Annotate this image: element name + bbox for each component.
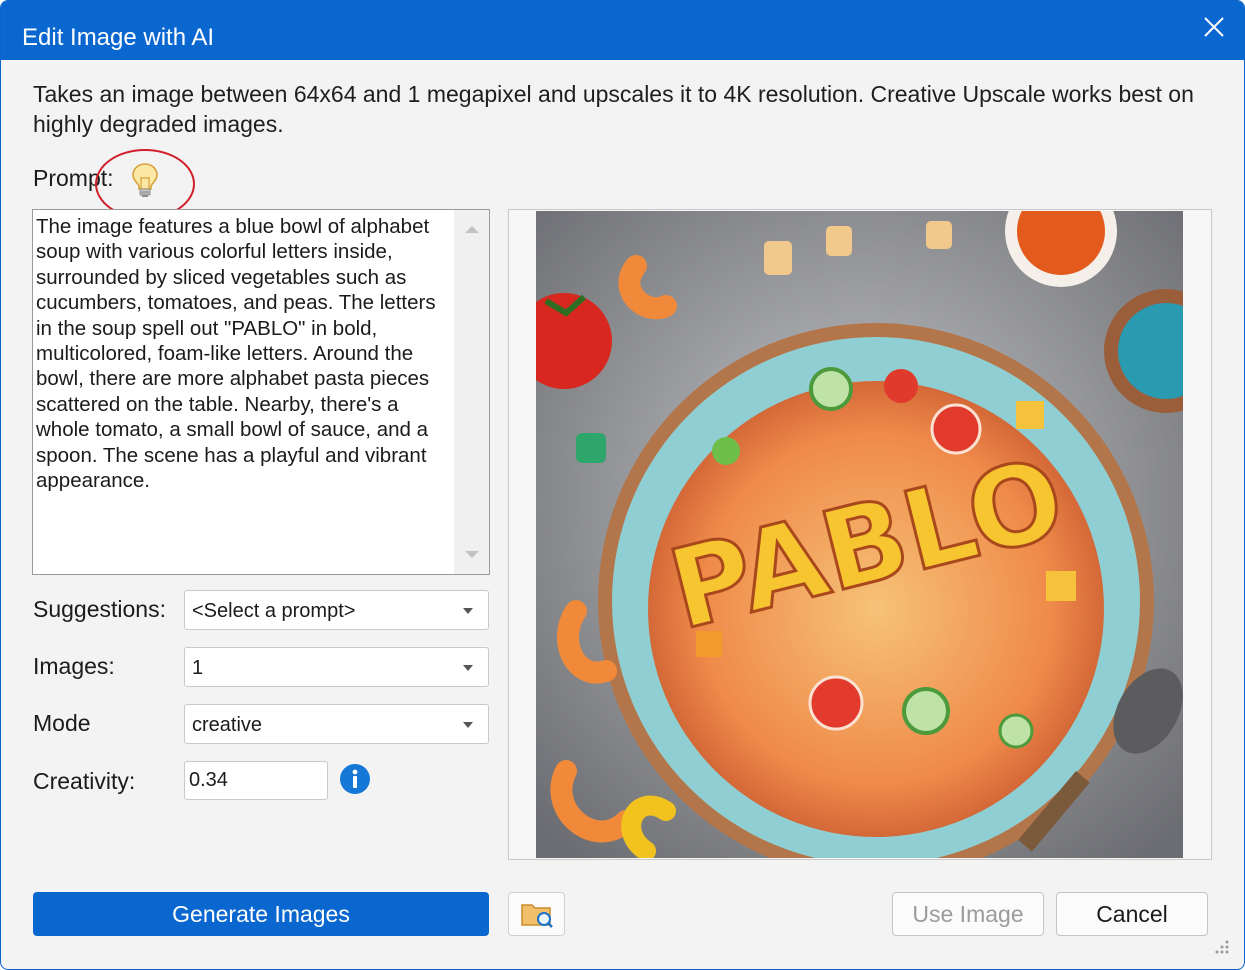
description-text: Takes an image between 64x64 and 1 megap… — [33, 81, 1194, 137]
info-icon[interactable] — [339, 763, 371, 795]
scroll-up-arrow[interactable] — [454, 214, 489, 244]
prompt-scrollbar[interactable] — [454, 210, 489, 574]
resize-grip-icon[interactable] — [1214, 939, 1230, 955]
images-select[interactable]: 1 — [184, 647, 489, 687]
mode-select[interactable]: creative — [184, 704, 489, 744]
images-label: Images: — [33, 653, 115, 679]
images-value: 1 — [192, 657, 204, 679]
generated-image-preview[interactable]: PABLO — [536, 211, 1183, 858]
mode-value: creative — [192, 714, 263, 736]
chevron-down-icon — [463, 665, 473, 671]
generate-images-button[interactable]: Generate Images — [33, 892, 489, 936]
chevron-down-icon — [463, 608, 473, 614]
prompt-text[interactable]: The image features a blue bowl of alphab… — [36, 214, 454, 493]
browse-images-button[interactable] — [508, 892, 565, 936]
chevron-down-icon — [464, 551, 479, 558]
edit-image-dialog: Edit Image with AI Takes an image betwee… — [0, 0, 1245, 970]
creativity-label: Creativity: — [33, 768, 136, 794]
prompt-label: Prompt: — [33, 165, 114, 191]
lightbulb-icon[interactable] — [129, 161, 161, 199]
creativity-input[interactable] — [184, 761, 328, 800]
soup-illustration: PABLO — [536, 211, 1183, 858]
mode-label: Mode — [33, 710, 91, 736]
title-bar: Edit Image with AI — [1, 1, 1244, 60]
close-icon — [1204, 17, 1224, 37]
close-button[interactable] — [1184, 1, 1244, 53]
prompt-textarea[interactable]: The image features a blue bowl of alphab… — [32, 209, 490, 575]
use-image-button[interactable]: Use Image — [892, 892, 1044, 936]
folder-search-icon — [520, 904, 553, 928]
suggestions-select[interactable]: <Select a prompt> — [184, 590, 489, 630]
suggestions-value: <Select a prompt> — [192, 600, 356, 622]
dialog-title: Edit Image with AI — [22, 24, 215, 51]
cancel-button[interactable]: Cancel — [1056, 892, 1208, 936]
chevron-up-icon — [464, 226, 479, 233]
scroll-down-arrow[interactable] — [454, 540, 489, 570]
suggestions-label: Suggestions: — [33, 596, 166, 622]
chevron-down-icon — [463, 722, 473, 728]
